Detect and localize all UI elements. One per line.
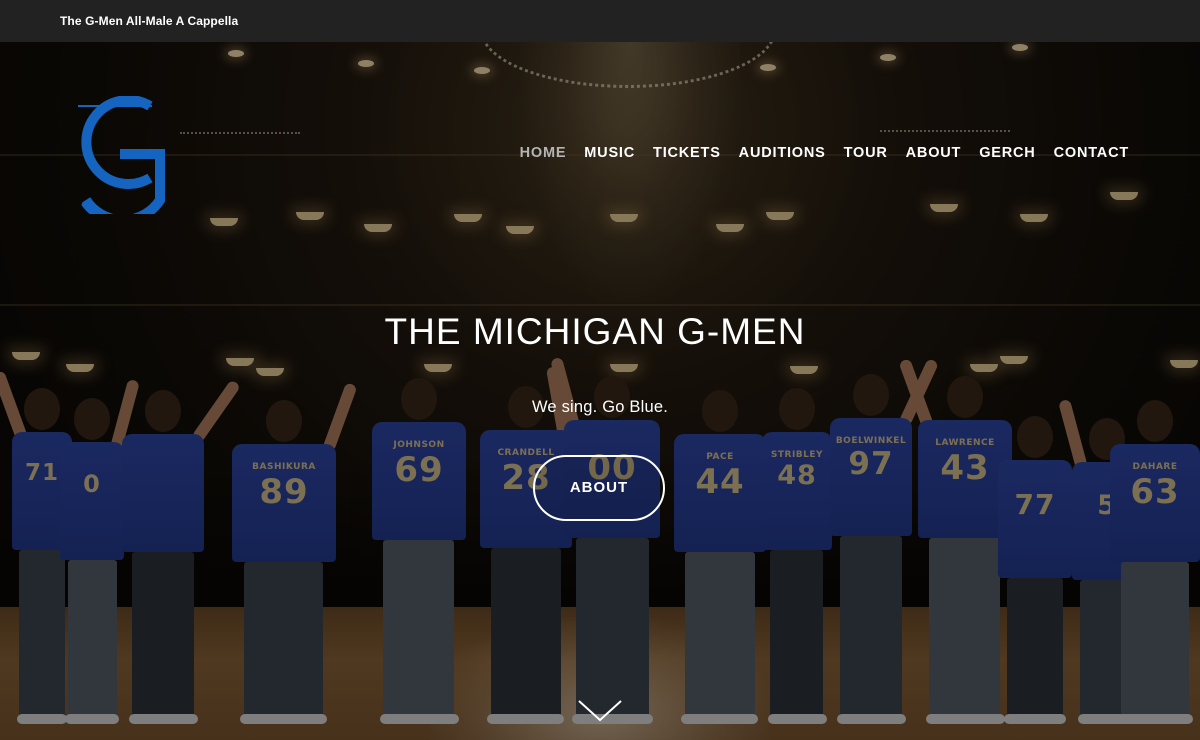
nav-gerch[interactable]: GERCH xyxy=(979,145,1035,161)
hero-section: 71 0 BASHIKURA 89 JOHNSON 69 CRANDELL 28 00 PACE 4… xyxy=(0,42,1200,740)
chevron-stroke xyxy=(578,700,622,722)
main-nav: HOME MUSIC TICKETS AUDITIONS TOUR ABOUT … xyxy=(520,145,1129,161)
nav-home[interactable]: HOME xyxy=(520,145,567,161)
logo-arc xyxy=(81,96,153,189)
g-monogram-logo[interactable] xyxy=(72,96,168,214)
nav-auditions[interactable]: AUDITIONS xyxy=(739,145,826,161)
site-name[interactable]: The G-Men All-Male A Cappella xyxy=(60,0,238,42)
nav-tour[interactable]: TOUR xyxy=(844,145,888,161)
nav-about[interactable]: ABOUT xyxy=(906,145,962,161)
nav-music[interactable]: MUSIC xyxy=(584,145,635,161)
hero-title: THE MICHIGAN G-MEN xyxy=(384,311,806,352)
about-button[interactable]: ABOUT xyxy=(533,455,665,521)
top-bar: The G-Men All-Male A Cappella xyxy=(0,0,1200,42)
hero-subtitle: We sing. Go Blue. xyxy=(531,398,669,416)
nav-tickets[interactable]: TICKETS xyxy=(653,145,721,161)
chevron-down-icon[interactable] xyxy=(577,698,623,724)
nav-contact[interactable]: CONTACT xyxy=(1054,145,1129,161)
